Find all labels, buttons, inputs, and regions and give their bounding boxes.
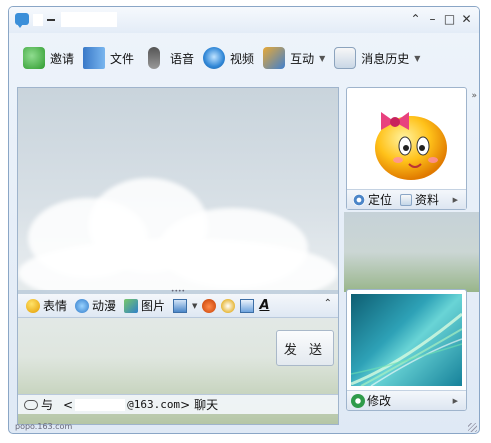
- contact-avatar-panel: 定位 资料 ▶: [346, 87, 467, 210]
- screenshot-icon[interactable]: [173, 298, 188, 313]
- collapse-button[interactable]: ⌃: [409, 12, 422, 26]
- main-toolbar: 邀请 文件 语音 视频 互动 ▼ 消息历史 ▼: [9, 33, 479, 83]
- send-button[interactable]: 发 送: [276, 330, 334, 366]
- chat-window: ⌃ – □ ✕ 邀请 文件 语音 视频 互动 ▼ 消息历史 ▼ » •••• 表…: [8, 6, 480, 434]
- emoticon-label: 表情: [43, 299, 68, 313]
- close-button[interactable]: ✕: [460, 12, 473, 26]
- chevron-right-icon[interactable]: ▶: [453, 397, 458, 405]
- history-icon: [334, 47, 357, 69]
- maximize-button[interactable]: □: [443, 12, 456, 26]
- expand-panel-icon[interactable]: »: [471, 91, 477, 101]
- profile-icon: [400, 193, 413, 206]
- chat-panel: •••• 表情 动漫 图片 ▼ A ⌃ 发 送 与 < @163.com > 聊…: [17, 87, 339, 425]
- refresh-edit-icon: [351, 393, 365, 408]
- animation-button[interactable]: 动漫: [75, 297, 116, 314]
- invite-button[interactable]: 邀请: [23, 43, 74, 73]
- video-button[interactable]: 视频: [203, 43, 254, 73]
- dropdown-arrow-icon[interactable]: ▼: [319, 54, 325, 63]
- interact-icon: [263, 47, 286, 69]
- webcam-icon: [203, 47, 226, 69]
- minimize-button[interactable]: –: [426, 12, 439, 26]
- font-style-button[interactable]: A: [259, 298, 269, 313]
- history-button[interactable]: 消息历史 ▼: [334, 43, 420, 73]
- preview-actions-bar: 修改 ▶: [347, 390, 466, 410]
- interact-label: 互动: [290, 51, 315, 66]
- title-bar: ⌃ – □ ✕: [9, 7, 479, 33]
- font-settings-icon[interactable]: [240, 298, 255, 313]
- voice-label: 语音: [170, 51, 195, 66]
- file-button[interactable]: 文件: [83, 43, 134, 73]
- chat-bubble-icon: [15, 13, 29, 28]
- bubble-icon[interactable]: [221, 298, 236, 313]
- emoticon-button[interactable]: 表情: [26, 297, 67, 314]
- chat-icon: [24, 399, 38, 410]
- profile-button[interactable]: 资料: [415, 191, 439, 208]
- file-label: 文件: [110, 51, 135, 66]
- invite-icon: [23, 47, 45, 69]
- smiley-avatar-icon[interactable]: [365, 96, 449, 182]
- side-background: [344, 212, 479, 292]
- status-email-close: >: [180, 397, 191, 412]
- invite-label: 邀请: [50, 51, 75, 66]
- gift-bag-icon[interactable]: [202, 298, 217, 313]
- animation-label: 动漫: [92, 299, 117, 313]
- status-suffix: 聊天: [194, 398, 219, 412]
- dropdown-arrow-icon[interactable]: ▼: [414, 54, 420, 63]
- avatar-actions-bar: 定位 资料 ▶: [347, 189, 466, 209]
- title-redacted-name: [61, 12, 117, 27]
- collapse-format-icon[interactable]: ⌃: [324, 298, 332, 309]
- chevron-right-icon[interactable]: ▶: [453, 196, 458, 204]
- picture-button[interactable]: 图片: [124, 297, 165, 314]
- status-email-open: <: [63, 397, 74, 412]
- edit-button[interactable]: 修改: [367, 392, 391, 409]
- video-label: 视频: [230, 51, 255, 66]
- history-label: 消息历史: [361, 51, 410, 66]
- window-controls: ⌃ – □ ✕: [409, 12, 473, 26]
- status-email: @163.com: [127, 398, 181, 411]
- interact-button[interactable]: 互动 ▼: [263, 43, 325, 73]
- resize-grip-icon[interactable]: [468, 423, 477, 432]
- message-history-area[interactable]: [18, 88, 338, 290]
- smiley-icon: [26, 298, 40, 313]
- self-avatar-image[interactable]: [351, 294, 462, 386]
- animation-icon: [75, 298, 90, 313]
- dropdown-arrow-icon[interactable]: ▼: [192, 302, 197, 310]
- microphone-icon: [148, 47, 161, 69]
- chat-status-bar: 与 < @163.com > 聊天: [18, 394, 338, 414]
- footer-url: popo.163.com: [15, 422, 73, 431]
- voice-button[interactable]: 语音: [143, 43, 194, 73]
- picture-label: 图片: [141, 299, 166, 313]
- status-prefix: 与: [41, 398, 54, 412]
- self-preview-panel: 修改 ▶: [346, 289, 467, 411]
- redacted-username: [75, 398, 126, 411]
- file-icon: [83, 47, 106, 69]
- format-toolbar: 表情 动漫 图片 ▼ A ⌃: [18, 294, 338, 318]
- light-streak-graphic: [351, 312, 462, 386]
- title-redacted-block: [33, 14, 43, 26]
- picture-icon: [124, 298, 139, 313]
- locate-button[interactable]: 定位: [368, 191, 392, 208]
- title-separator: [47, 19, 55, 21]
- locate-icon: [353, 193, 365, 206]
